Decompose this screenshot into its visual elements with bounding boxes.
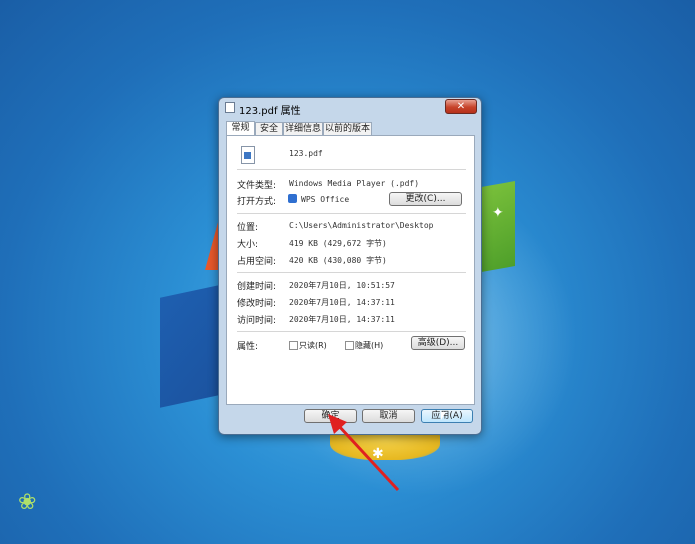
wps-office-icon — [288, 194, 297, 203]
hidden-checkbox[interactable] — [345, 341, 354, 350]
file-type-label: 文件类型: — [237, 181, 277, 191]
tab-security[interactable]: 安全 — [255, 122, 283, 135]
file-type-value: Windows Media Player (.pdf) — [289, 179, 420, 188]
tab-general[interactable]: 常规 — [226, 121, 255, 136]
readonly-checkbox[interactable] — [289, 341, 298, 350]
accessed-value: 2020年7月10日, 14:37:11 — [289, 315, 395, 324]
file-icon — [225, 102, 235, 113]
accessed-label: 访问时间: — [237, 316, 277, 326]
tab-previous-versions[interactable]: 以前的版本 — [323, 122, 372, 135]
window-title: 123.pdf 属性 — [239, 106, 301, 117]
size-on-disk-label: 占用空间: — [237, 257, 277, 267]
location-label: 位置: — [237, 223, 259, 233]
tab-details[interactable]: 详细信息 — [283, 122, 323, 135]
open-with-label: 打开方式: — [237, 197, 277, 207]
general-panel: 123.pdf 文件类型: Windows Media Player (.pdf… — [226, 135, 475, 405]
close-button[interactable]: ✕ — [445, 99, 477, 114]
cancel-button[interactable]: 取消 — [362, 409, 415, 423]
mouse-cursor-icon — [441, 412, 446, 420]
modified-label: 修改时间: — [237, 299, 277, 309]
grass-icon: ❀ — [18, 490, 37, 515]
apply-button[interactable]: 应用(A) — [421, 409, 473, 423]
divider — [237, 169, 466, 170]
ok-button[interactable]: 确定 — [304, 409, 357, 423]
hidden-label: 隐藏(H) — [355, 341, 384, 350]
size-value: 419 KB (429,672 字节) — [289, 239, 387, 248]
advanced-button[interactable]: 高级(D)... — [411, 336, 465, 350]
title-bar[interactable]: 123.pdf 属性 ✕ — [219, 98, 481, 118]
divider — [237, 272, 466, 273]
divider — [237, 213, 466, 214]
attributes-label: 属性: — [237, 342, 259, 352]
created-value: 2020年7月10日, 10:51:57 — [289, 281, 395, 290]
change-button[interactable]: 更改(C)... — [389, 192, 462, 206]
modified-value: 2020年7月10日, 14:37:11 — [289, 298, 395, 307]
location-value: C:\Users\Administrator\Desktop — [289, 221, 434, 230]
open-with-value: WPS Office — [301, 195, 350, 204]
created-label: 创建时间: — [237, 282, 277, 292]
readonly-label: 只读(R) — [299, 341, 327, 350]
butterfly-icon: ✦ — [492, 205, 504, 221]
pdf-file-icon — [241, 146, 255, 164]
properties-dialog: 123.pdf 属性 ✕ 常规 安全 详细信息 以前的版本 123.pdf 文件… — [218, 97, 482, 435]
sparkle-icon: ✱ — [372, 446, 384, 462]
file-name: 123.pdf — [289, 149, 323, 158]
divider — [237, 331, 466, 332]
size-on-disk-value: 420 KB (430,080 字节) — [289, 256, 387, 265]
size-label: 大小: — [237, 240, 259, 250]
